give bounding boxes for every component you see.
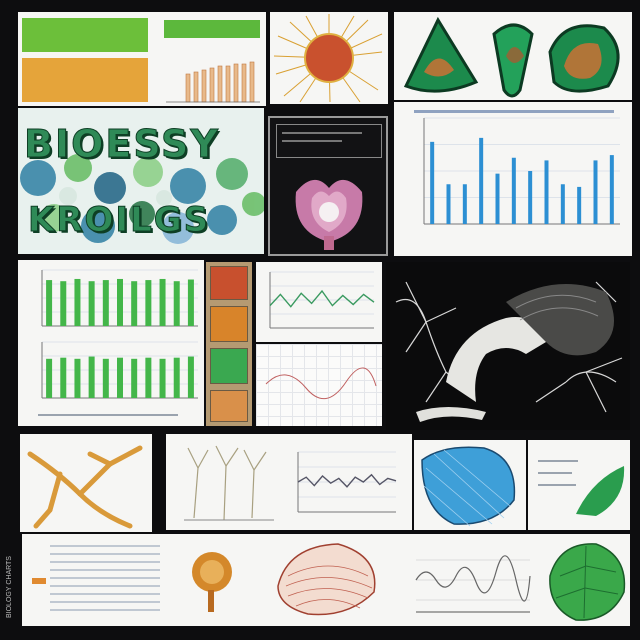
green-layer <box>22 18 148 52</box>
bar <box>88 281 95 326</box>
wave-line-chart <box>297 451 397 513</box>
blue-bar-chart <box>423 117 620 225</box>
bar <box>88 356 95 398</box>
tissue-thumb-2[interactable] <box>210 306 248 342</box>
bar <box>187 279 194 326</box>
bar <box>577 186 582 224</box>
bar <box>145 280 152 326</box>
collage-title-bottom: KROILGS <box>27 200 211 241</box>
bar <box>102 358 109 398</box>
bar <box>159 358 166 398</box>
bar <box>46 280 53 326</box>
series-line <box>269 289 375 308</box>
bar <box>173 357 180 398</box>
bar <box>462 184 467 224</box>
blue-bar-chart-panel <box>394 102 632 256</box>
bar <box>117 357 123 398</box>
plant-roots-illustration <box>184 445 274 521</box>
tissue-thumbnail-strip <box>206 262 252 426</box>
series-line <box>297 473 397 488</box>
green-bar-chart-bottom <box>41 341 198 399</box>
strata-panel <box>18 12 266 106</box>
orange-layer <box>22 58 148 102</box>
bar <box>593 160 598 224</box>
tissue-thumb-4[interactable] <box>210 390 248 422</box>
bottom-wave-chart <box>415 555 531 613</box>
bar <box>145 357 152 398</box>
green-line-chart <box>269 271 375 329</box>
bar <box>609 155 614 224</box>
bar <box>479 137 484 224</box>
tissue-sample-illustration <box>192 552 232 612</box>
bar <box>74 278 81 326</box>
bar <box>60 357 67 398</box>
collage-title-top: BIOESSY <box>24 122 220 167</box>
neuron-illustration-panel <box>386 262 630 430</box>
side-caption: BIOLOGY CHARTS <box>6 556 13 618</box>
bar <box>159 278 166 326</box>
green-bar-chart-top <box>41 269 198 327</box>
plant-wave-panel <box>166 434 412 530</box>
bar <box>46 358 53 398</box>
radial-cell-panel <box>270 12 388 104</box>
graph-paper-curve <box>265 367 377 399</box>
neuron-network-illustration <box>395 281 623 422</box>
bottom-strip-panel <box>22 534 630 626</box>
bar <box>60 281 67 326</box>
bar <box>117 278 123 326</box>
tissue-thumb-1[interactable] <box>210 266 248 300</box>
microscope-screen-panel <box>268 116 388 256</box>
radial-cell-illustration <box>273 14 383 103</box>
branching-tissue-illustration <box>27 445 143 529</box>
mini-orange-bars <box>166 61 260 103</box>
bar <box>495 173 500 224</box>
bar <box>131 358 138 398</box>
green-bar-charts-panel <box>18 260 204 426</box>
bar <box>173 281 180 326</box>
bar <box>74 358 81 398</box>
bar <box>187 356 194 398</box>
mini-green-bar <box>164 20 260 38</box>
bar <box>131 281 138 326</box>
line-chart-panel <box>256 262 382 342</box>
striped-chart <box>32 545 160 611</box>
bar <box>102 280 109 326</box>
branching-tissue-panel <box>20 434 152 532</box>
leaf-label-panel <box>528 440 630 530</box>
blue-cell-illustration <box>421 446 516 527</box>
bar <box>528 171 533 224</box>
striated-organ-illustration <box>277 543 376 616</box>
title-collage-panel: BIOESSY KROILGS <box>18 108 264 254</box>
leaf-organs-panel <box>394 12 632 100</box>
bar <box>560 184 565 224</box>
bar <box>446 184 451 224</box>
green-cabbage-illustration <box>549 543 626 621</box>
blue-cell-panel <box>414 440 526 530</box>
bar <box>430 141 435 224</box>
tissue-thumb-3[interactable] <box>210 348 248 384</box>
leaf-organs-illustration <box>403 16 620 98</box>
green-leaf-illustration <box>576 466 625 516</box>
bar <box>544 160 549 224</box>
flower-illustration <box>295 179 363 250</box>
graph-paper-panel <box>256 344 382 426</box>
bar <box>511 157 516 224</box>
